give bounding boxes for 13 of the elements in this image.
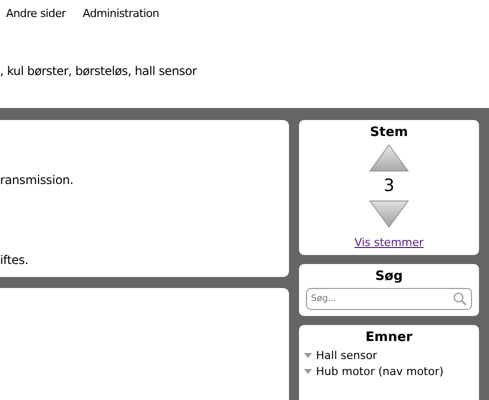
topic-link[interactable]: Hall sensor — [316, 348, 378, 364]
keywords-text: , kul børster, børsteløs, hall sensor — [0, 64, 198, 78]
nav-link[interactable]: Andre sider — [6, 7, 66, 20]
search-field[interactable]: Søg... — [306, 288, 472, 310]
topic-link[interactable]: Hub motor (nav motor) — [316, 364, 444, 380]
article-text: iftes. — [0, 253, 30, 269]
nav-link[interactable]: Administration — [82, 7, 160, 20]
topics-title: Emner — [364, 330, 414, 345]
show-votes-link[interactable]: Vis stemmer — [354, 236, 424, 249]
vote-count: 3 — [384, 176, 394, 196]
vote-title: Stem — [370, 125, 408, 140]
article-text: ransmission. — [0, 173, 74, 189]
search-title: Søg — [375, 269, 403, 284]
